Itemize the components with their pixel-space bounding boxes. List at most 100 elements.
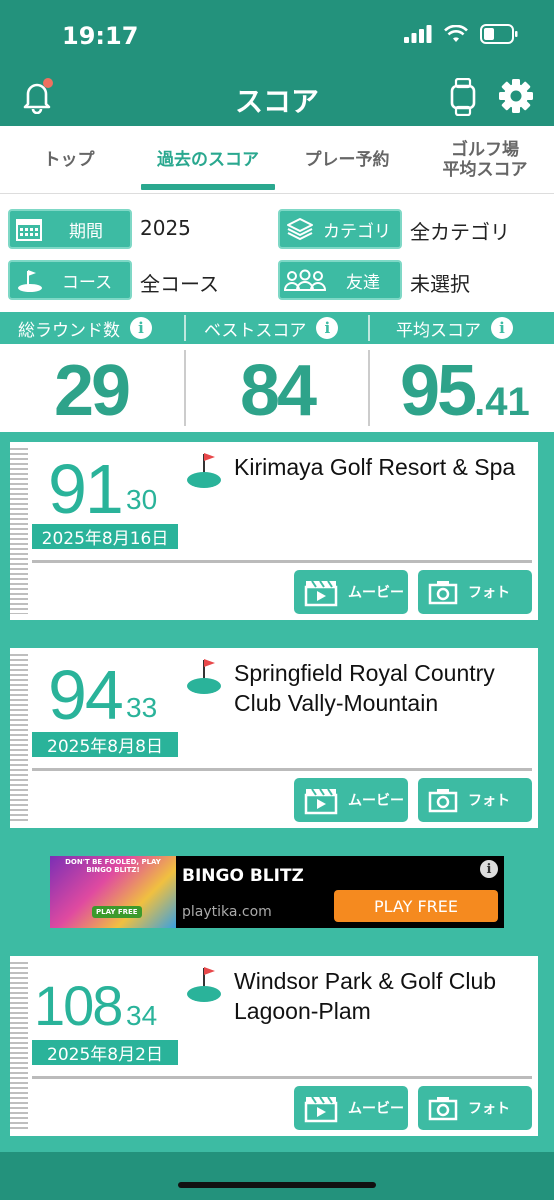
round-score: 91 bbox=[48, 450, 124, 528]
stats-values: 29 84 95.41 bbox=[0, 344, 554, 432]
average-score-decimal: .41 bbox=[474, 380, 530, 424]
gear-icon[interactable] bbox=[498, 78, 534, 114]
clapperboard-icon bbox=[304, 1096, 338, 1123]
round-course-name: Kirimaya Golf Resort & Spa bbox=[234, 454, 516, 480]
signal-icon bbox=[404, 25, 432, 43]
average-score-header: 平均スコア i bbox=[396, 312, 513, 344]
card-divider bbox=[32, 1076, 532, 1079]
average-score-value: 95.41 bbox=[400, 350, 530, 432]
status-icons bbox=[404, 24, 518, 44]
friends-icon bbox=[284, 269, 326, 291]
best-score-header: ベストスコア i bbox=[204, 312, 339, 344]
ad-url: playtika.com bbox=[182, 904, 272, 920]
photo-button[interactable]: フォト bbox=[418, 570, 532, 614]
round-card[interactable]: 91 30 2025年8月16日 Kirimaya Golf Resort & … bbox=[10, 442, 538, 620]
ad-info-icon[interactable]: i bbox=[480, 860, 498, 878]
movie-button[interactable]: ムービー bbox=[294, 570, 408, 614]
stats-divider bbox=[184, 350, 186, 426]
round-course-name: Windsor Park & Golf Club Lagoon-Plam bbox=[234, 968, 497, 1024]
camera-icon bbox=[428, 581, 458, 605]
round-date: 2025年8月2日 bbox=[32, 1040, 178, 1065]
tab-course-average[interactable]: ゴルフ場 平均スコア bbox=[416, 126, 554, 194]
movie-button[interactable]: ムービー bbox=[294, 778, 408, 822]
photo-button-label: フォト bbox=[468, 793, 510, 809]
round-course-name: Springfield Royal Country Club Vally-Mou… bbox=[234, 660, 495, 716]
best-score-info-icon[interactable]: i bbox=[316, 317, 339, 339]
movie-button[interactable]: ムービー bbox=[294, 1086, 408, 1130]
movie-button-label: ムービー bbox=[348, 1101, 404, 1117]
golf-flag-icon bbox=[187, 967, 221, 1002]
round-putts: 34 bbox=[126, 1000, 158, 1031]
golf-flag-icon bbox=[187, 453, 221, 488]
photo-button-label: フォト bbox=[468, 1101, 510, 1117]
friends-filter-value: 未選択 bbox=[410, 272, 470, 296]
round-card[interactable]: 108 34 2025年8月2日 Windsor Park & Golf Clu… bbox=[10, 956, 538, 1136]
golf-flag-icon bbox=[187, 659, 221, 694]
status-time: 19:17 bbox=[62, 22, 139, 50]
ad-image-text: DON'T BE FOOLED, PLAY BINGO BLITZ! bbox=[65, 858, 161, 874]
layers-icon bbox=[287, 218, 313, 241]
course-filter-label: コース bbox=[61, 272, 113, 293]
card-divider bbox=[32, 768, 532, 771]
friends-filter-button[interactable]: 友達 bbox=[278, 260, 402, 300]
bottom-bar bbox=[0, 1152, 554, 1200]
app-root: { "status": {"time": "19:17"}, "header":… bbox=[0, 0, 554, 1200]
battery-icon bbox=[480, 24, 518, 44]
category-filter-value: 全カテゴリ bbox=[410, 220, 510, 244]
period-filter-label: 期間 bbox=[69, 221, 103, 242]
average-score-int: 95 bbox=[400, 351, 477, 431]
period-filter-button[interactable]: 期間 bbox=[8, 209, 132, 249]
tab-top[interactable]: トップ bbox=[0, 126, 138, 194]
ad-cta-button[interactable]: PLAY FREE bbox=[334, 890, 498, 922]
card-divider bbox=[32, 560, 532, 563]
ad-banner[interactable]: DON'T BE FOOLED, PLAY BINGO BLITZ! PLAY … bbox=[50, 856, 504, 928]
category-filter-label: カテゴリ bbox=[323, 221, 391, 242]
photo-button[interactable]: フォト bbox=[418, 1086, 532, 1130]
notebook-spiral bbox=[10, 962, 28, 1130]
average-score-label: 平均スコア bbox=[396, 320, 481, 341]
photo-button[interactable]: フォト bbox=[418, 778, 532, 822]
average-score-info-icon[interactable]: i bbox=[491, 317, 513, 339]
round-date: 2025年8月16日 bbox=[32, 524, 178, 549]
camera-icon bbox=[428, 789, 458, 813]
total-rounds-header: 総ラウンド数 i bbox=[18, 312, 152, 344]
round-putts: 33 bbox=[126, 692, 158, 723]
clapperboard-icon bbox=[304, 788, 338, 815]
filter-panel: 期間 2025 カテゴリ 全カテゴリ コース 全コース 友達 未選択 bbox=[0, 194, 554, 312]
total-rounds-value: 29 bbox=[54, 351, 131, 431]
photo-button-label: フォト bbox=[468, 585, 510, 601]
tab-bar: トップ 過去のスコア プレー予約 ゴルフ場 平均スコア bbox=[0, 126, 554, 194]
home-indicator[interactable] bbox=[178, 1182, 376, 1188]
active-tab-indicator bbox=[141, 184, 275, 190]
wifi-icon bbox=[444, 25, 468, 42]
golf-hole-icon bbox=[18, 270, 42, 292]
course-filter-button[interactable]: コース bbox=[8, 260, 132, 300]
round-putts: 30 bbox=[126, 484, 158, 515]
round-date: 2025年8月8日 bbox=[32, 732, 178, 757]
clapperboard-icon bbox=[304, 580, 338, 607]
app-header: 19:17 スコア bbox=[0, 0, 554, 126]
round-score: 94 bbox=[48, 656, 124, 734]
round-card[interactable]: 94 33 2025年8月8日 Springfield Royal Countr… bbox=[10, 648, 538, 828]
stats-divider bbox=[368, 315, 370, 341]
best-score-value: 84 bbox=[240, 351, 317, 431]
movie-button-label: ムービー bbox=[348, 585, 404, 601]
ad-title: BINGO BLITZ bbox=[182, 866, 304, 886]
tab-play-reservation[interactable]: プレー予約 bbox=[278, 126, 416, 194]
stats-divider bbox=[184, 315, 186, 341]
best-score-label: ベストスコア bbox=[204, 320, 307, 341]
stats-header: 総ラウンド数 i ベストスコア i 平均スコア i bbox=[0, 312, 554, 344]
watch-icon[interactable] bbox=[450, 78, 476, 116]
round-score: 108 bbox=[34, 974, 123, 1037]
ad-image[interactable]: DON'T BE FOOLED, PLAY BINGO BLITZ! PLAY … bbox=[50, 856, 176, 928]
course-filter-value: 全コース bbox=[140, 272, 219, 296]
total-rounds-label: 総ラウンド数 bbox=[18, 320, 120, 341]
category-filter-button[interactable]: カテゴリ bbox=[278, 209, 402, 249]
camera-icon bbox=[428, 1097, 458, 1121]
stats-divider bbox=[368, 350, 370, 426]
period-filter-value: 2025 bbox=[140, 216, 191, 240]
calendar-icon bbox=[16, 219, 42, 241]
notebook-spiral bbox=[10, 448, 28, 614]
notebook-spiral bbox=[10, 654, 28, 822]
total-rounds-info-icon[interactable]: i bbox=[130, 317, 152, 339]
